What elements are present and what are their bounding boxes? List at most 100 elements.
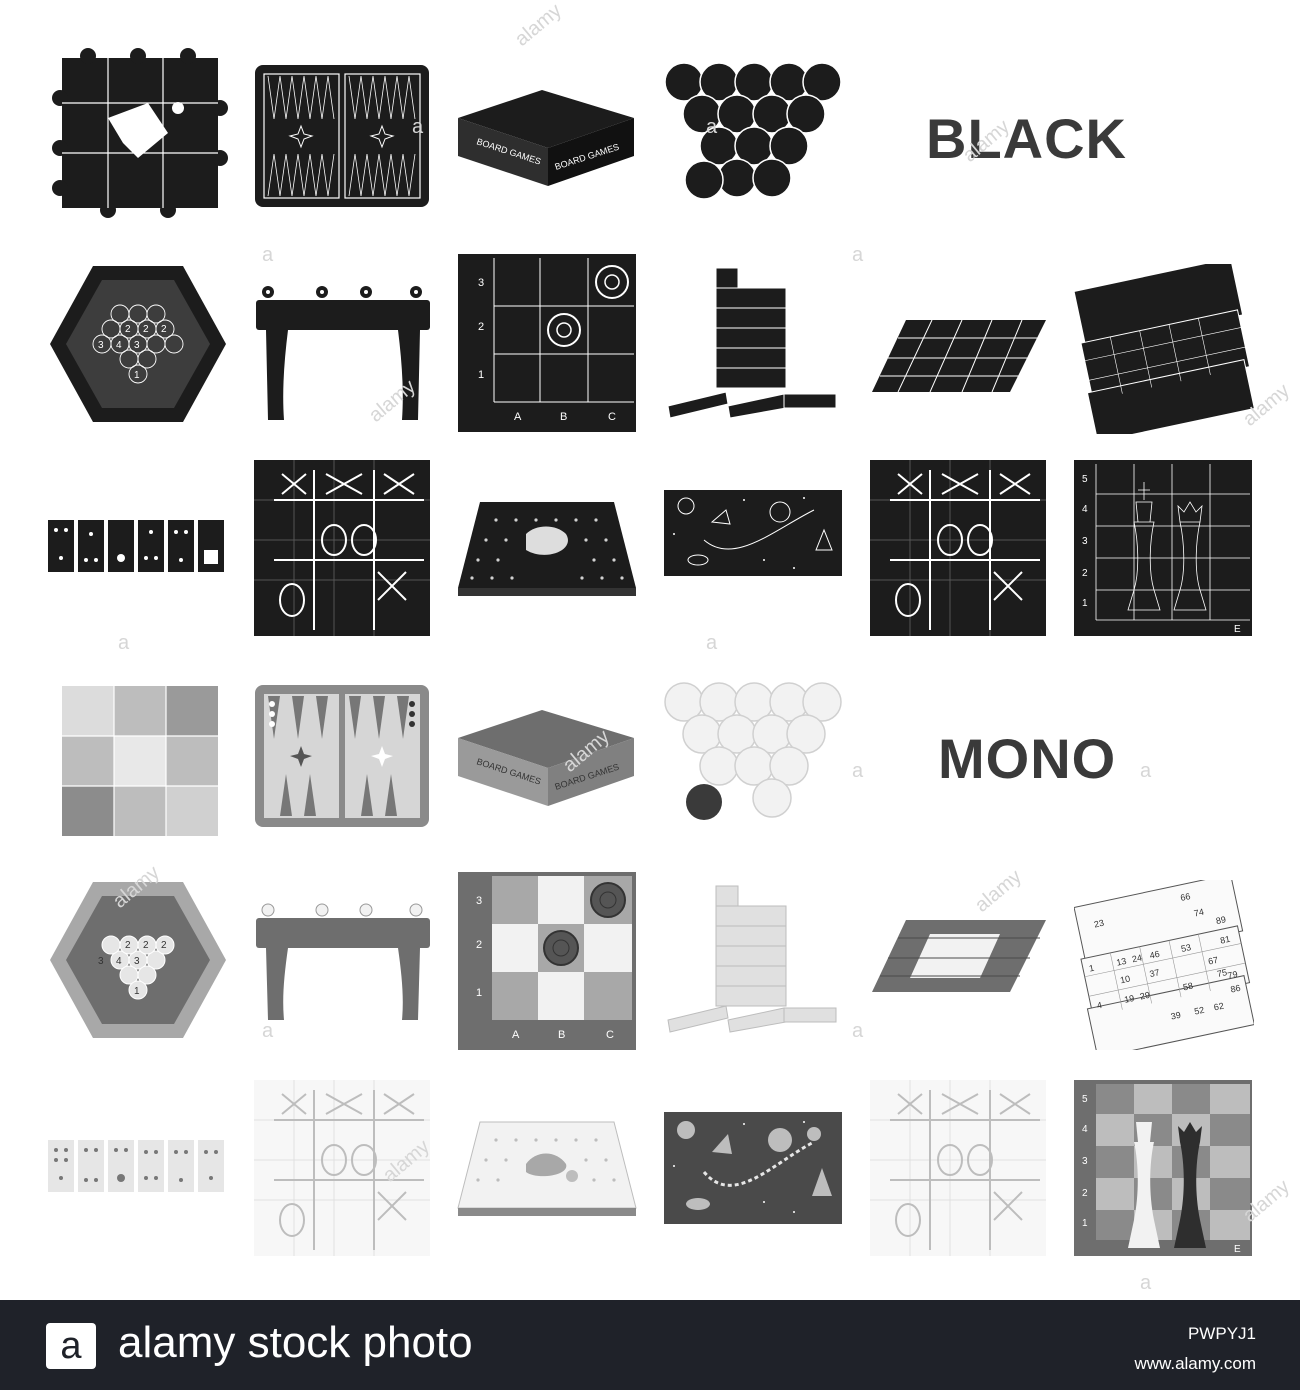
- puzzle-icon: [48, 48, 228, 218]
- row-label: 2: [1082, 1188, 1088, 1199]
- hex-num: 3: [98, 340, 104, 351]
- hex-num: 3: [134, 956, 140, 967]
- hex-num: 2: [143, 940, 149, 951]
- puzzle-icon-mono: [48, 676, 228, 846]
- row-label: 4: [1082, 504, 1088, 515]
- watermark-letter: a: [706, 632, 718, 654]
- lotto-num: 79: [1227, 969, 1239, 981]
- watermark-letter: a: [118, 632, 130, 654]
- lotto-num: 62: [1213, 1001, 1225, 1013]
- hex-num: 1: [134, 370, 140, 381]
- lotto-num: 86: [1230, 983, 1242, 995]
- watermark-letter: a: [852, 1020, 864, 1042]
- hex-game-icon: 2 2 2 3 4 3 1: [48, 264, 228, 424]
- hex-num: 3: [98, 956, 104, 967]
- watermark-letter: a: [412, 116, 424, 138]
- lotto-num: 67: [1207, 955, 1219, 967]
- checkers-board-icon: 3 2 1 A B C: [458, 254, 638, 434]
- row-label: 2: [478, 321, 484, 333]
- pegboard-icon-mono: [456, 1120, 638, 1218]
- lotto-num: 23: [1093, 918, 1105, 930]
- hex-num: 4: [116, 340, 122, 351]
- billiard-balls-icon-mono: [664, 682, 842, 822]
- alamy-logo-icon: a: [46, 1323, 96, 1369]
- tic-tac-toe-board-icon: [254, 460, 430, 636]
- col-label: C: [606, 1029, 614, 1041]
- row-label: 1: [1082, 1218, 1088, 1229]
- image-id: PWPYJ1: [1187, 1324, 1256, 1343]
- hex-num: 3: [134, 340, 140, 351]
- backgammon-board-icon: [254, 64, 430, 208]
- row-label: 5: [1082, 474, 1088, 485]
- col-label: B: [560, 411, 567, 423]
- watermark-text: alamy: [970, 865, 1026, 917]
- row-label: 4: [1082, 1124, 1088, 1135]
- board-games-box-icon-mono: BOARD GAMES BOARD GAMES: [456, 706, 636, 810]
- watermark-letter: a: [852, 760, 864, 782]
- hex-num: 2: [125, 940, 131, 951]
- col-label: C: [608, 411, 616, 423]
- lotto-num: 29: [1139, 990, 1151, 1002]
- row-label: 1: [476, 987, 482, 999]
- lotto-num: 74: [1193, 907, 1205, 919]
- row-label: 1: [478, 369, 484, 381]
- lotto-cards-icon: [1074, 264, 1254, 434]
- col-label: A: [514, 411, 522, 423]
- tic-tac-toe-board-icon-mono-2: [870, 1080, 1046, 1256]
- row-label: 5: [1082, 1094, 1088, 1105]
- row-label: 2: [1082, 568, 1088, 579]
- lotto-num: 46: [1149, 949, 1161, 961]
- billiard-balls-icon: [664, 62, 842, 202]
- row-label: 3: [1082, 536, 1088, 547]
- space-game-board-icon-mono: [664, 1112, 842, 1224]
- hex-num: 2: [125, 324, 131, 335]
- lotto-num: 24: [1131, 953, 1143, 965]
- col-label: B: [558, 1029, 565, 1041]
- game-mat-icon: [870, 318, 1048, 394]
- row-label: 2: [476, 939, 482, 951]
- domino-icon-mono: [48, 1140, 226, 1192]
- watermark-letter: a: [262, 1020, 274, 1042]
- col-label: A: [512, 1029, 520, 1041]
- hex-num: 4: [116, 956, 122, 967]
- lotto-num: 19: [1123, 993, 1135, 1005]
- tic-tac-toe-board-icon-2: [870, 460, 1046, 636]
- row-label: 3: [478, 277, 484, 289]
- checkers-board-icon-mono: 3 2 1 A B C: [458, 872, 638, 1052]
- brand-name: alamy stock photo: [118, 1318, 473, 1367]
- jenga-tower-icon-mono: [664, 884, 842, 1040]
- hex-num: 2: [161, 940, 167, 951]
- watermark-letter: a: [706, 116, 718, 138]
- hex-game-icon-mono: 2 2 2 3 4 3 1: [48, 880, 228, 1040]
- lotto-num: 37: [1149, 967, 1161, 979]
- row-label: 3: [1082, 1156, 1088, 1167]
- heading-black: BLACK: [926, 107, 1127, 170]
- lotto-num: 13: [1115, 956, 1127, 968]
- row-label: 3: [476, 895, 482, 907]
- lotto-num: 52: [1193, 1005, 1205, 1017]
- board-games-box-icon: BOARD GAMES BOARD GAMES: [456, 86, 636, 190]
- watermark-letter: a: [852, 244, 864, 266]
- lotto-num: 89: [1215, 914, 1227, 926]
- lotto-num: 10: [1119, 973, 1131, 985]
- space-game-board-icon: [664, 490, 842, 576]
- row-label: 1: [1082, 598, 1088, 609]
- lotto-cards-icon-mono: 23 66 74 89 1 13 24 46 53 81 10 37 67 4 …: [1074, 880, 1254, 1050]
- backgammon-board-icon-mono: [254, 684, 430, 828]
- lotto-num: 58: [1182, 981, 1194, 993]
- watermark-letter: a: [1140, 1272, 1152, 1294]
- watermark-letter: a: [1140, 760, 1152, 782]
- hex-num: 2: [143, 324, 149, 335]
- chess-board-icon: 5 4 3 2 1 E: [1074, 460, 1252, 636]
- lotto-num: 66: [1179, 891, 1191, 903]
- jenga-tower-icon: [664, 266, 842, 426]
- col-label: E: [1234, 624, 1241, 635]
- chess-board-icon-mono: 5 4 3 2 1 E: [1074, 1080, 1252, 1256]
- watermark-text: alamy: [510, 0, 566, 51]
- hex-num: 2: [161, 324, 167, 335]
- lotto-num: 81: [1219, 934, 1231, 946]
- lotto-num: 39: [1170, 1010, 1182, 1022]
- watermark-letter: a: [262, 244, 274, 266]
- pegboard-icon: [456, 500, 638, 598]
- hex-num: 1: [134, 986, 140, 997]
